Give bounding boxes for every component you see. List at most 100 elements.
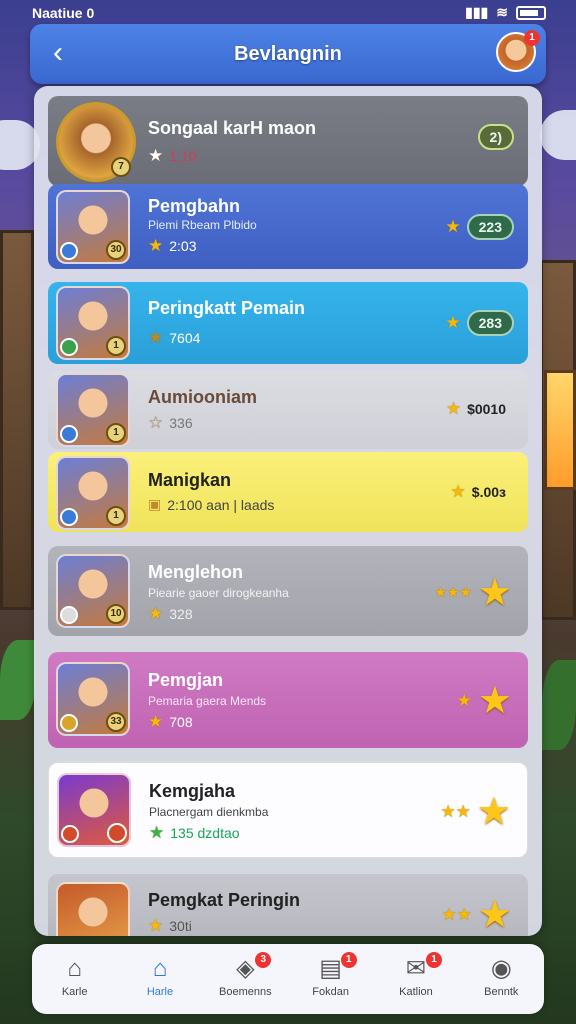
list-item[interactable]: Pemgkat Peringin ★ 30ti ★★ ★: [48, 874, 528, 936]
status-bar: Naatiue 0 ▮▮▮ ≋: [0, 0, 576, 26]
player-meta: ★ 708: [148, 712, 193, 731]
nav-label: Karle: [61, 986, 88, 998]
battery-icon: [516, 5, 546, 20]
leaf-left: [0, 640, 36, 720]
star-icon: ★: [477, 572, 512, 614]
star-icon: ★★: [441, 904, 472, 924]
rank-badge: 1: [106, 423, 126, 443]
nav-item-katlion[interactable]: ✉ 1 Katlion: [376, 948, 456, 1010]
gem-icon: [61, 825, 79, 843]
star-icon: ★: [148, 916, 164, 935]
player-portrait: 7: [56, 102, 136, 182]
player-name: Pemgjan: [148, 670, 224, 690]
star-icon: ☆: [148, 413, 164, 432]
nav-label: Benntk: [484, 986, 519, 998]
player-name: Aumiooniam: [148, 387, 258, 407]
player-subtitle: Piearie gaoer dirogkeanha: [148, 586, 289, 600]
leaderboard-list[interactable]: 7 Songaal karH maon ★ 1:10 2) 30 Pemgbah…: [34, 86, 542, 936]
rank-badge: 1: [106, 336, 126, 356]
list-item[interactable]: 1 Manigkan ▣ 2:100 aan | laads ★ $.00ɜ: [48, 452, 528, 532]
clipboard-icon: ▤: [319, 955, 342, 982]
nav-item-karle[interactable]: ⌂ Karle: [35, 948, 115, 1010]
player-name: Kemgjaha: [149, 781, 236, 801]
star-icon: ★: [456, 690, 472, 710]
gem-icon: [60, 714, 78, 732]
nav-item-harle[interactable]: ⌂ Harle: [120, 948, 200, 1010]
list-item[interactable]: 30 Pemgbahn Piemi Rbeam Plbido ★ 2:03 ★ …: [48, 184, 528, 269]
score-pill: ★ 283: [445, 310, 514, 336]
player-name: Pemgbahn: [148, 196, 241, 216]
gem-icon: [60, 425, 78, 443]
status-icons: ▮▮▮ ≋: [465, 4, 546, 21]
star-icon: ★: [476, 791, 511, 833]
avatar-badge: 1: [524, 30, 540, 46]
nav-item-benntk[interactable]: ◉ Benntk: [461, 948, 541, 1010]
score-pill: 2): [477, 124, 514, 150]
rank-badge: 30: [106, 240, 126, 260]
star-icon: ★: [148, 328, 164, 347]
list-item[interactable]: 7 Songaal karH maon ★ 1:10 2): [48, 96, 528, 186]
list-item[interactable]: Kemgjaha Placnergam dienkmba ★ 135 dzdta…: [48, 762, 528, 858]
star-icon: ★: [445, 313, 461, 332]
player-subtitle: Placnergam dienkmba: [149, 805, 269, 819]
gem-icon: [60, 508, 78, 526]
chat-icon: ✉: [405, 955, 427, 982]
nav-badge: 1: [340, 952, 357, 968]
avatar[interactable]: 1: [496, 30, 540, 72]
star-icon: ★★: [440, 801, 471, 821]
player-portrait: 1: [56, 456, 130, 530]
star-icon: ★: [148, 236, 164, 255]
wifi-icon: ≋: [496, 4, 508, 20]
nav-label: Katlion: [399, 986, 433, 998]
score-label: ★ $.00ɜ: [450, 482, 506, 501]
player-subtitle: Piemi Rbeam Plbido: [148, 218, 257, 232]
player-portrait: [56, 882, 130, 936]
star-icon: ★: [148, 604, 164, 623]
player-meta: ★ 1:10: [148, 146, 197, 165]
list-item[interactable]: 10 Menglehon Piearie gaoer dirogkeanha ★…: [48, 546, 528, 636]
star-icon: ★: [477, 680, 512, 722]
list-item[interactable]: 33 Pemgjan Pemaria gaera Mends ★ 708 ★ ★: [48, 652, 528, 748]
rating-stars: ★★★ ★: [434, 570, 512, 615]
gem-icon: [60, 606, 78, 624]
cloud-right: [540, 110, 576, 160]
nav-label: Boemenns: [219, 986, 272, 998]
rating-stars: ★ ★: [457, 678, 512, 723]
player-meta: ★ 30ti: [148, 916, 192, 935]
rating-stars: ★★ ★: [441, 892, 512, 936]
star-icon: ★: [477, 894, 512, 936]
player-name: Menglehon: [148, 562, 243, 582]
player-meta: ☆ 336: [148, 413, 193, 432]
rank-badge: [107, 823, 127, 843]
house-left: [0, 230, 34, 610]
cube-icon: ◈: [236, 955, 255, 982]
nav-item-boemenns[interactable]: ◈ 3 Boemenns: [205, 948, 285, 1010]
status-time: Naatiue 0: [32, 5, 95, 21]
player-portrait: 33: [56, 662, 130, 736]
rank-badge: 10: [106, 604, 126, 624]
chest-icon: ▣: [148, 496, 162, 512]
player-portrait: 1: [56, 373, 130, 447]
star-icon: ★: [148, 712, 164, 731]
gem-icon: [60, 242, 78, 260]
player-name: Peringkatt Pemain: [148, 298, 306, 318]
player-portrait: 30: [56, 190, 130, 264]
rating-stars: ★★ ★: [440, 789, 511, 834]
star-icon: ★: [450, 482, 466, 501]
nav-item-fokdan[interactable]: ▤ 1 Fokdan: [291, 948, 371, 1010]
score-label: ★ $0010: [445, 399, 506, 418]
home-icon: ⌂: [67, 955, 82, 982]
player-subtitle: Pemaria gaera Mends: [148, 694, 267, 708]
score-pill: ★ 223: [445, 214, 514, 240]
gem-icon: [60, 338, 78, 356]
player-portrait: [57, 773, 131, 847]
player-meta: ★ 2:03: [148, 236, 197, 255]
list-item[interactable]: 1 Peringkatt Pemain ★ 7604 ★ 283: [48, 282, 528, 364]
app-header: ‹ Bevlangnin 1: [30, 24, 546, 84]
star-icon: ★★★: [434, 584, 472, 600]
star-icon: ★: [149, 823, 165, 842]
nav-badge: 1: [425, 952, 442, 968]
window-glow: [544, 370, 576, 490]
list-item[interactable]: 1 Aumiooniam ☆ 336 ★ $0010: [48, 371, 528, 449]
profile-icon: ◉: [490, 955, 512, 982]
